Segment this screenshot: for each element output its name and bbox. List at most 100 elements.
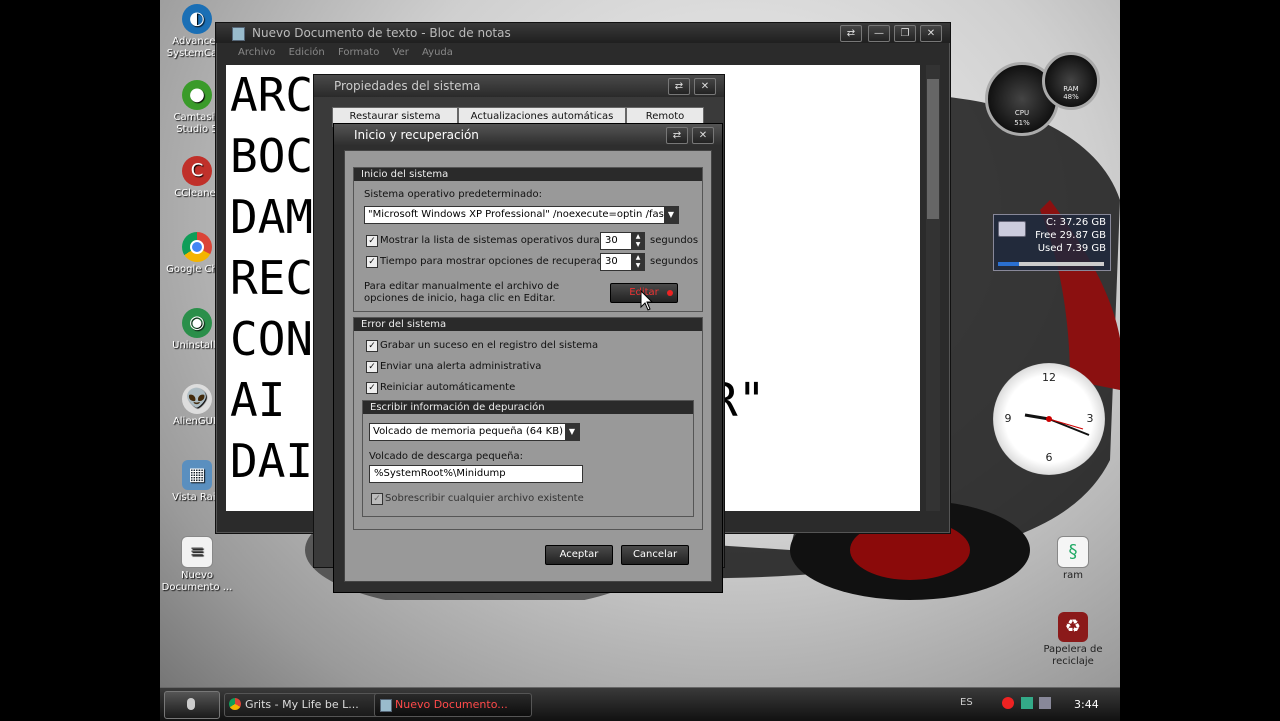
debug-group-header: Escribir información de depuración <box>363 401 693 414</box>
close-button[interactable]: ✕ <box>694 78 716 95</box>
dump-dir-label: Volcado de descarga pequeña: <box>369 451 524 462</box>
script-file-icon: § <box>1057 536 1089 568</box>
start-button[interactable] <box>164 691 220 719</box>
tray-network-icon[interactable] <box>1020 697 1033 709</box>
default-os-label: Sistema operativo predeterminado: <box>364 189 542 200</box>
show-list-stepper[interactable]: 30 ▲ ▼ <box>600 232 645 250</box>
chrome-icon <box>182 232 212 262</box>
mouse-cursor <box>640 290 654 311</box>
system-properties-titlebar[interactable]: Propiedades del sistema ⇄ ✕ <box>314 75 724 97</box>
recovery-time-label: Tiempo para mostrar opciones de recupera… <box>380 256 621 267</box>
menu-edicion[interactable]: Edición <box>289 47 325 58</box>
default-os-select[interactable]: "Microsoft Windows XP Professional" /noe… <box>364 206 679 224</box>
drive-total: C: 37.26 GB <box>1046 217 1106 228</box>
startup-recovery-title: Inicio y recuperación <box>354 128 479 142</box>
close-button[interactable]: ✕ <box>692 127 714 144</box>
dump-dir-input[interactable]: %SystemRoot%\Minidump <box>369 465 583 483</box>
clock-hands <box>1024 413 1090 436</box>
overwrite-label: Sobrescribir cualquier archivo existente <box>385 493 584 504</box>
menu-archivo[interactable]: Archivo <box>238 47 275 58</box>
notepad-titlebar[interactable]: Nuevo Documento de texto - Bloc de notas… <box>216 23 950 43</box>
drive-used: Used 7.39 GB <box>1037 243 1106 254</box>
camtasia-icon: ● <box>182 80 212 110</box>
dump-dir-value: %SystemRoot%\Minidump <box>374 468 506 479</box>
recovery-time-value: 30 <box>605 256 618 267</box>
startup-group-header: Inicio del sistema <box>354 168 702 181</box>
chrome-icon <box>229 698 241 710</box>
menu-formato[interactable]: Formato <box>338 47 379 58</box>
drive-free: Free 29.87 GB <box>1035 230 1106 241</box>
error-group-header: Error del sistema <box>354 318 702 331</box>
auto-restart-checkbox[interactable]: ✓ <box>366 382 378 394</box>
log-event-checkbox[interactable]: ✓ <box>366 340 378 352</box>
desktop-icon-ram[interactable]: § ram <box>1036 536 1110 582</box>
desktop-icon-recycle-bin[interactable]: ♻ Papelera de reciclaje <box>1036 612 1110 668</box>
ram-label: RAM <box>1063 85 1079 93</box>
stepper-arrows-icon[interactable]: ▲ ▼ <box>631 253 645 271</box>
send-alert-label: Enviar una alerta administrativa <box>380 361 542 372</box>
ok-button[interactable]: Aceptar <box>545 545 613 565</box>
overwrite-checkbox[interactable]: ✓ <box>371 493 383 505</box>
auto-restart-label: Reiniciar automáticamente <box>380 382 516 393</box>
recovery-time-stepper[interactable]: 30 ▲ ▼ <box>600 253 645 271</box>
microphone-icon <box>187 698 195 710</box>
drive-gadget: C: 37.26 GB Free 29.87 GB Used 7.39 GB <box>993 214 1111 271</box>
desktop-icon-nuevo-documento[interactable]: ≡ Nuevo Documento ... <box>160 536 234 594</box>
notepad-icon <box>232 27 245 41</box>
clock-time[interactable]: 3:44 <box>1074 698 1099 711</box>
dump-type-select[interactable]: Volcado de memoria pequeña (64 KB) ▼ <box>369 423 580 441</box>
taskbar: Grits - My Life be L... Nuevo Documento.… <box>160 687 1120 721</box>
edit-hint: Para editar manualmente el archivo de op… <box>364 281 560 304</box>
close-button[interactable]: ✕ <box>920 25 942 42</box>
taskbar-item-notepad[interactable]: Nuevo Documento... <box>374 693 532 717</box>
menu-ayuda[interactable]: Ayuda <box>422 47 453 58</box>
help-button[interactable]: ⇄ <box>668 78 690 95</box>
chevron-down-icon[interactable]: ▼ <box>565 424 579 440</box>
notepad-scrollbar[interactable] <box>926 65 940 511</box>
recovery-time-checkbox[interactable]: ✓ <box>366 256 378 268</box>
notepad-title: Nuevo Documento de texto - Bloc de notas <box>252 26 511 40</box>
red-dot-icon <box>667 290 673 296</box>
startup-recovery-titlebar[interactable]: Inicio y recuperación ⇄ ✕ <box>334 124 722 146</box>
ram-gauge: RAM 48% <box>1042 52 1100 110</box>
debug-group: Escribir información de depuración Volca… <box>362 400 694 517</box>
drive-usage-bar <box>998 262 1104 266</box>
error-group: Error del sistema ✓ Grabar un suceso en … <box>353 317 703 530</box>
uninstaller-icon: ◉ <box>182 308 212 338</box>
tray-record-icon[interactable] <box>1002 697 1014 709</box>
log-event-label: Grabar un suceso en el registro del sist… <box>380 340 599 351</box>
tray-volume-icon[interactable] <box>1039 697 1051 709</box>
alien-icon: 👽 <box>182 384 212 414</box>
cpu-label: CPU <box>1014 109 1030 117</box>
drive-usage-fill <box>998 262 1020 266</box>
recycle-bin-icon: ♻ <box>1058 612 1088 642</box>
cancel-button[interactable]: Cancelar <box>621 545 689 565</box>
dialog-body: Inicio del sistema Sistema operativo pre… <box>344 150 712 582</box>
text-document-icon: ≡ <box>181 536 213 568</box>
vista-rain-icon: ▦ <box>182 460 212 490</box>
drive-icon <box>998 221 1026 237</box>
help-button[interactable]: ⇄ <box>840 25 862 42</box>
show-list-checkbox[interactable]: ✓ <box>366 235 378 247</box>
ccleaner-icon: C <box>182 156 212 186</box>
minimize-button[interactable]: — <box>868 25 890 42</box>
language-indicator[interactable]: ES <box>960 697 973 708</box>
notepad-menubar: Archivo Edición Formato Ver Ayuda <box>216 43 950 63</box>
cpu-value: 51% <box>1014 119 1030 127</box>
ram-value: 48% <box>1063 93 1079 101</box>
chevron-down-icon[interactable]: ▼ <box>664 207 678 223</box>
send-alert-checkbox[interactable]: ✓ <box>366 361 378 373</box>
scrollbar-thumb[interactable] <box>927 79 939 219</box>
maximize-button[interactable]: ❐ <box>894 25 916 42</box>
taskbar-item-label: Nuevo Documento... <box>395 698 508 711</box>
taskbar-item-label: Grits - My Life be L... <box>245 698 359 711</box>
clock-gadget: 12 3 6 9 <box>993 363 1105 475</box>
startup-recovery-dialog: Inicio y recuperación ⇄ ✕ Inicio del sis… <box>333 123 723 593</box>
stepper-arrows-icon[interactable]: ▲ ▼ <box>631 232 645 250</box>
menu-ver[interactable]: Ver <box>393 47 409 58</box>
help-button[interactable]: ⇄ <box>666 127 688 144</box>
seconds-label: segundos <box>650 235 699 246</box>
taskbar-item-chrome[interactable]: Grits - My Life be L... <box>224 693 386 717</box>
seconds-label: segundos <box>650 256 699 267</box>
system-properties-title: Propiedades del sistema <box>334 79 481 93</box>
